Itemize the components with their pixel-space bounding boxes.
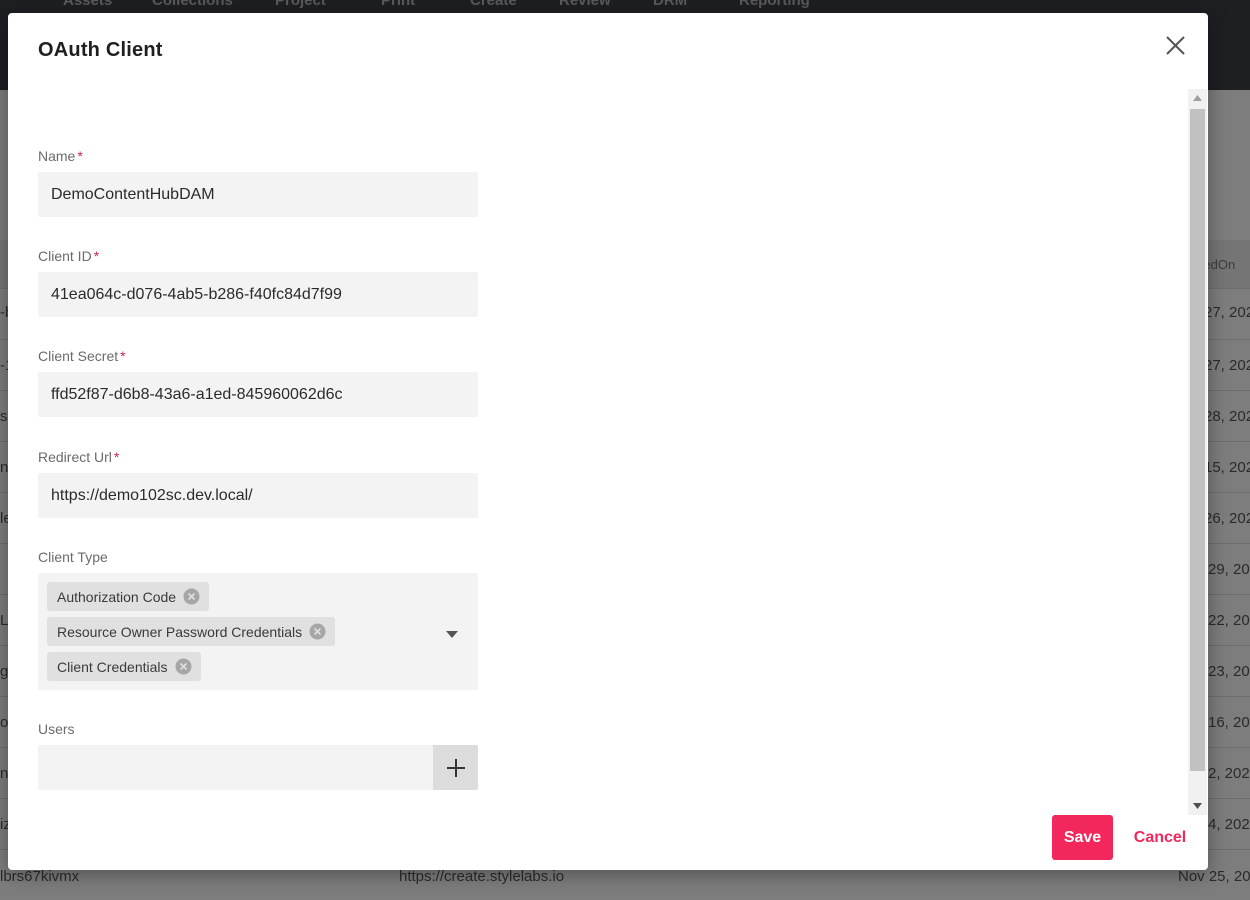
nav-item-drm[interactable]: DRM [653, 0, 687, 9]
users-label: Users [38, 721, 75, 737]
chip-authorization-code: Authorization Code [47, 582, 210, 611]
required-marker: * [113, 449, 120, 465]
chip-label: Resource Owner Password Credentials [57, 623, 303, 640]
client-type-label: Client Type [38, 549, 108, 565]
nav-item-collections[interactable]: Collections [152, 0, 233, 9]
nav-item-assets[interactable]: Assets [63, 0, 112, 9]
chip-label: Authorization Code [57, 588, 177, 605]
chip-label: Client Credentials [57, 658, 168, 675]
client-secret-input[interactable]: ffd52f87-d6b8-43a6-a1ed-845960062d6c [38, 372, 478, 417]
scroll-down-button[interactable] [1188, 797, 1207, 815]
client-id-input[interactable]: 41ea064c-d076-4ab5-b286-f40fc84d7f99 [38, 272, 478, 317]
table-cell: 27, 202 [1204, 357, 1250, 374]
add-user-button[interactable] [433, 745, 478, 790]
table-cell-url[interactable]: https://create.stylelabs.io [399, 868, 564, 885]
name-input[interactable]: DemoContentHubDAM [38, 172, 478, 217]
redirect-url-input[interactable]: https://demo102sc.dev.local/ [38, 473, 478, 518]
table-cell: 4, 202 [1208, 816, 1250, 833]
table-cell: 22, 20 [1208, 612, 1250, 629]
client-secret-label: Client Secret * [38, 348, 126, 364]
client-secret-label-text: Client Secret [38, 348, 119, 364]
name-label: Name * [38, 148, 83, 164]
dialog-title: OAuth Client [38, 39, 163, 61]
client-type-select[interactable]: Authorization Code Resource Owner Passwo… [38, 573, 478, 690]
nav-item-reporting[interactable]: Reporting [739, 0, 810, 9]
remove-circle-icon [309, 623, 326, 640]
table-cell: 26, 202 [1204, 510, 1250, 527]
plus-icon [446, 758, 465, 777]
cancel-button[interactable]: Cancel [1132, 815, 1188, 860]
table-cell: 16, 20 [1208, 714, 1250, 731]
nav-item-review[interactable]: Review [559, 0, 611, 9]
redirect-url-label-text: Redirect Url [38, 449, 112, 465]
client-id-label: Client ID * [38, 248, 99, 264]
table-cell: lbrs67kivmx [0, 868, 80, 885]
scroll-up-arrow-icon [1193, 95, 1202, 101]
scroll-down-arrow-icon [1193, 803, 1202, 809]
remove-chip-button[interactable] [183, 588, 200, 605]
table-cell: 29, 20 [1208, 561, 1250, 578]
scroll-up-button[interactable] [1188, 89, 1207, 107]
remove-circle-icon [183, 588, 200, 605]
chip-client-credentials: Client Credentials [47, 652, 201, 681]
name-label-text: Name [38, 148, 76, 164]
oauth-client-dialog: OAuth Client Name * DemoContentHubDAM Cli… [8, 13, 1208, 870]
table-cell: 15, 202 [1204, 459, 1250, 476]
users-input[interactable] [38, 745, 433, 790]
table-cell: Nov 25, 20 [1178, 868, 1250, 885]
caret-down-icon [446, 631, 458, 638]
nav-item-project[interactable]: Project [275, 0, 326, 9]
vertical-scrollbar[interactable] [1188, 89, 1207, 815]
nav-item-create[interactable]: Create [470, 0, 517, 9]
redirect-url-label: Redirect Url * [38, 449, 119, 465]
required-marker: * [77, 148, 83, 164]
scrollbar-thumb[interactable] [1190, 109, 1205, 771]
remove-chip-button[interactable] [309, 623, 326, 640]
dialog-body: Name * DemoContentHubDAM Client ID * 41ea0… [8, 89, 1208, 815]
save-button[interactable]: Save [1052, 815, 1113, 860]
client-id-label-text: Client ID [38, 248, 92, 264]
nav-item-print[interactable]: Print [381, 0, 415, 9]
table-cell: 2, 202 [1208, 765, 1250, 782]
table-cell: 28, 202 [1204, 408, 1250, 425]
table-cell: 23, 20 [1208, 663, 1250, 680]
dropdown-toggle[interactable] [446, 626, 458, 644]
close-icon [1166, 36, 1185, 55]
close-button[interactable] [1163, 33, 1189, 59]
chip-resource-owner-password-credentials: Resource Owner Password Credentials [47, 617, 336, 646]
remove-chip-button[interactable] [175, 658, 192, 675]
table-cell: 27, 202 [1204, 304, 1250, 321]
required-marker: * [120, 348, 126, 364]
remove-circle-icon [175, 658, 191, 675]
required-marker: * [93, 248, 100, 264]
